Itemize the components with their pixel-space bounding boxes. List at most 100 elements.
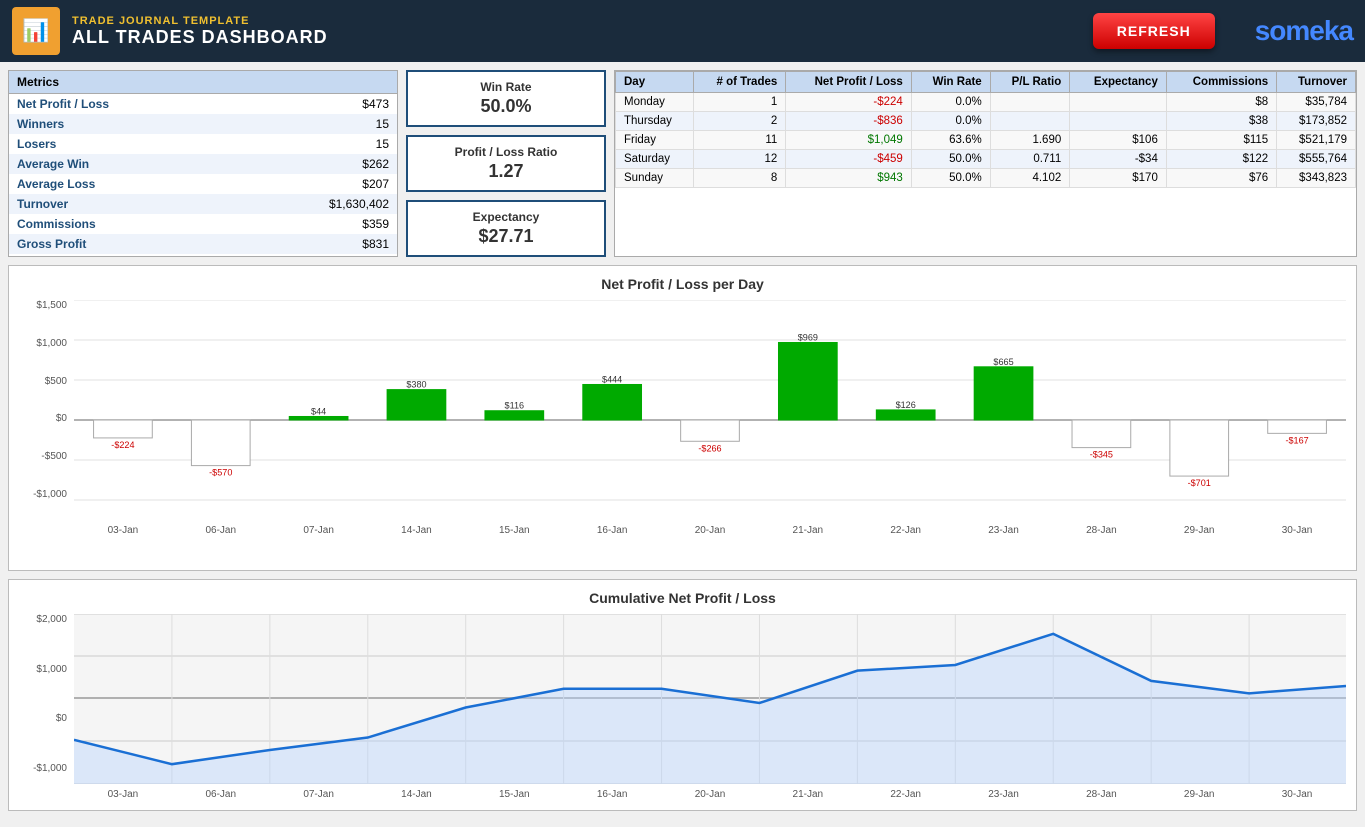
line-y-1000: $1,000 [19,664,67,675]
bar-value-label: -$345 [1090,450,1113,460]
y-label-neg500: -$500 [19,451,67,462]
bar-x-labels: 03-Jan06-Jan07-Jan14-Jan15-Jan16-Jan20-J… [74,525,1346,536]
bar [681,420,740,441]
bar [583,384,642,420]
winrate-cell: 63.6% [911,131,990,150]
metrics-table: Net Profit / Loss$473Winners15Losers15Av… [9,94,397,254]
metrics-header: Metrics [9,71,397,94]
turnover-cell: $35,784 [1277,93,1356,112]
metric-value: $1,630,402 [237,194,397,214]
bar-x-label: 23-Jan [955,525,1053,536]
expectancy-label: Expectancy [412,210,600,224]
metrics-row: Gross Profit$831 [9,234,397,254]
bar [974,367,1033,420]
metrics-row: Average Loss$207 [9,174,397,194]
metric-value: $473 [237,94,397,114]
plratio-cell: 4.102 [990,169,1070,188]
bar-value-label: -$167 [1285,435,1308,445]
line-y-axis: $2,000 $1,000 $0 -$1,000 [19,614,71,774]
bar-value-label: $44 [311,407,326,417]
day-table-header: Day [616,72,694,93]
trades-cell: 2 [693,112,786,131]
app-subtitle: TRADE JOURNAL TEMPLATE [72,15,1093,27]
bar-x-label: 14-Jan [368,525,466,536]
pl-cell: -$459 [786,150,912,169]
line-x-label: 23-Jan [955,789,1053,800]
header: 📊 TRADE JOURNAL TEMPLATE ALL TRADES DASH… [0,0,1365,62]
metric-label: Average Loss [9,174,237,194]
line-x-label: 22-Jan [857,789,955,800]
trades-cell: 12 [693,150,786,169]
expectancy-cell [1070,112,1167,131]
line-y-neg1000: -$1,000 [19,763,67,774]
app-title: ALL TRADES DASHBOARD [72,27,1093,48]
expectancy-cell [1070,93,1167,112]
expectancy-value: $27.71 [412,226,600,247]
pl-ratio-label: Profit / Loss Ratio [412,145,600,159]
line-y-2000: $2,000 [19,614,67,625]
metrics-panel: Metrics Net Profit / Loss$473Winners15Lo… [8,70,398,257]
trades-cell: 11 [693,131,786,150]
bar [778,342,837,420]
bar [191,420,250,466]
day-table-panel: Day# of TradesNet Profit / LossWin RateP… [614,70,1357,257]
app-icon: 📊 [12,7,60,55]
day-table-row: Monday 1 -$224 0.0% $8 $35,784 [616,93,1356,112]
line-x-label: 21-Jan [759,789,857,800]
refresh-button[interactable]: REFRESH [1093,13,1215,49]
bar-value-label: $380 [406,380,426,390]
day-table-row: Sunday 8 $943 50.0% 4.102 $170 $76 $343,… [616,169,1356,188]
trades-cell: 1 [693,93,786,112]
bar-x-label: 21-Jan [759,525,857,536]
turnover-cell: $343,823 [1277,169,1356,188]
commissions-cell: $38 [1166,112,1276,131]
metric-value: 15 [237,114,397,134]
expectancy-cell: $170 [1070,169,1167,188]
metric-value: $359 [237,214,397,234]
bar-value-label: $444 [602,375,622,385]
turnover-cell: $173,852 [1277,112,1356,131]
metric-value: $207 [237,174,397,194]
turnover-cell: $521,179 [1277,131,1356,150]
day-table-header: Net Profit / Loss [786,72,912,93]
bar-value-label: $665 [993,357,1013,367]
bar-x-label: 07-Jan [270,525,368,536]
commissions-cell: $76 [1166,169,1276,188]
bar-chart-area: -$224-$570$44$380$116$444-$266$969$126$6… [74,300,1346,536]
dashboard: Metrics Net Profit / Loss$473Winners15Lo… [0,62,1365,827]
plratio-cell [990,112,1070,131]
metric-label: Commissions [9,214,237,234]
win-rate-box: Win Rate 50.0% [406,70,606,127]
bar-value-label: $969 [798,333,818,343]
commissions-cell: $8 [1166,93,1276,112]
bar-x-label: 30-Jan [1248,525,1346,536]
bar-x-label: 22-Jan [857,525,955,536]
day-cell: Saturday [616,150,694,169]
day-table: Day# of TradesNet Profit / LossWin RateP… [615,71,1356,188]
line-y-0: $0 [19,713,67,724]
bar-value-label: -$224 [111,440,134,450]
plratio-cell: 0.711 [990,150,1070,169]
y-label-1000: $1,000 [19,338,67,349]
y-label-1500: $1,500 [19,300,67,311]
win-rate-label: Win Rate [412,80,600,94]
pl-ratio-box: Profit / Loss Ratio 1.27 [406,135,606,192]
bar [387,390,446,420]
day-table-row: Friday 11 $1,049 63.6% 1.690 $106 $115 $… [616,131,1356,150]
line-chart-svg [74,614,1346,784]
day-table-header: Win Rate [911,72,990,93]
bar-chart-title: Net Profit / Loss per Day [19,276,1346,292]
line-x-label: 14-Jan [368,789,466,800]
line-x-label: 16-Jan [563,789,661,800]
day-table-header: Expectancy [1070,72,1167,93]
day-cell: Friday [616,131,694,150]
bar-value-label: -$570 [209,468,232,478]
commissions-cell: $115 [1166,131,1276,150]
bar-y-axis: $1,500 $1,000 $500 $0 -$500 -$1,000 [19,300,71,500]
day-cell: Monday [616,93,694,112]
bar [289,416,348,420]
bar [876,410,935,420]
line-chart-container: $2,000 $1,000 $0 -$1,000 [19,614,1346,800]
bar-x-label: 20-Jan [661,525,759,536]
pl-cell: -$224 [786,93,912,112]
